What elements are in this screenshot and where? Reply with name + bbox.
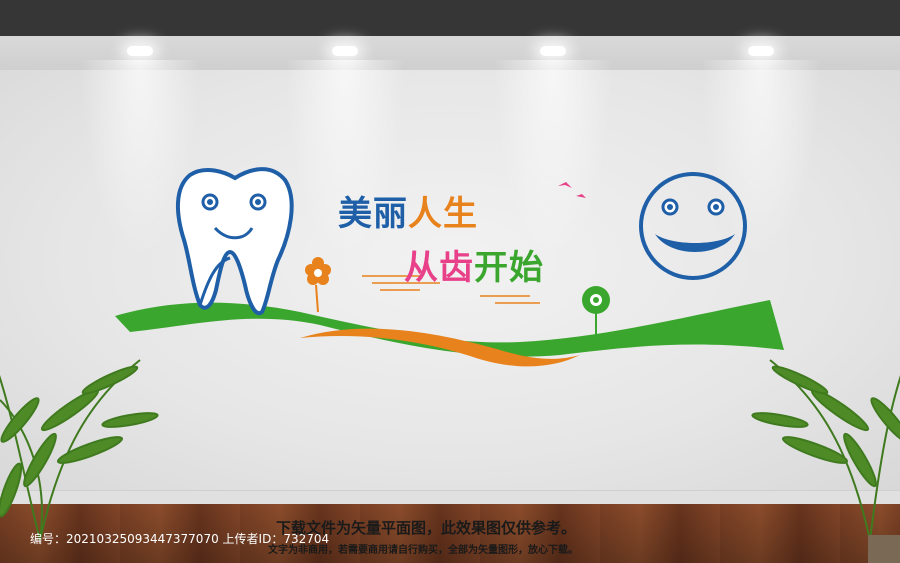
slogan-text: 开始 xyxy=(474,248,544,288)
download-notice: 下载文件为矢量平面图，此效果图仅供参考。 xyxy=(276,519,577,537)
slogan-text: 从齿 xyxy=(404,248,474,288)
plant-icon xyxy=(751,359,900,563)
slogan-line-2: 从齿开始 xyxy=(404,240,544,289)
bird-icon xyxy=(558,182,572,188)
slogan-line-1: 美丽人生 xyxy=(338,186,478,235)
id-label: 编号： xyxy=(30,532,67,546)
flower-icon xyxy=(582,286,610,338)
plant-icon xyxy=(0,359,159,541)
slogan-text: 美丽 xyxy=(338,194,408,234)
tooth-icon xyxy=(175,167,294,316)
id-value: 20210325093447377070 xyxy=(66,532,219,546)
usage-note: 文字为非商用，若需要商用请自行购买，全部为矢量图形，放心下载。 xyxy=(268,545,578,556)
slogan-text: 人生 xyxy=(408,194,478,234)
smiley-icon xyxy=(639,172,747,280)
bird-icon xyxy=(576,194,586,198)
flower-icon xyxy=(305,257,331,313)
